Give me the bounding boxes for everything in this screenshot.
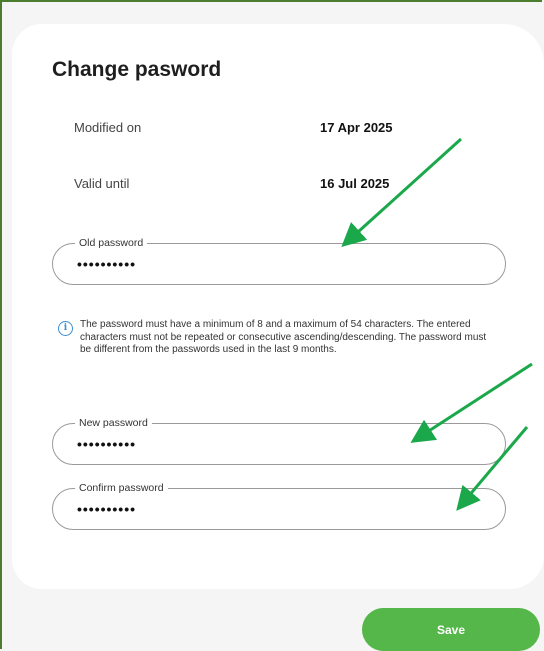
valid-until-label: Valid until [74,176,130,191]
old-password-field[interactable]: Old password •••••••••• [52,235,506,285]
save-button[interactable]: Save [362,608,540,651]
confirm-password-field[interactable]: Confirm password •••••••••• [52,480,506,530]
modified-on-value: 17 Apr 2025 [320,120,393,135]
old-password-label: Old password [75,235,148,251]
confirm-password-value: •••••••••• [77,501,137,517]
change-password-card: Change pasword Modified on 17 Apr 2025 V… [12,24,544,589]
new-password-value: •••••••••• [77,436,137,452]
password-rules-text: The password must have a minimum of 8 an… [80,319,487,355]
page-title: Change pasword [52,58,222,81]
modified-on-label: Modified on [74,120,142,135]
new-password-label: New password [75,415,152,431]
confirm-password-label: Confirm password [75,480,168,496]
info-icon: i [58,321,73,336]
old-password-value: •••••••••• [77,256,137,272]
new-password-field[interactable]: New password •••••••••• [52,415,506,465]
valid-until-value: 16 Jul 2025 [320,176,390,191]
